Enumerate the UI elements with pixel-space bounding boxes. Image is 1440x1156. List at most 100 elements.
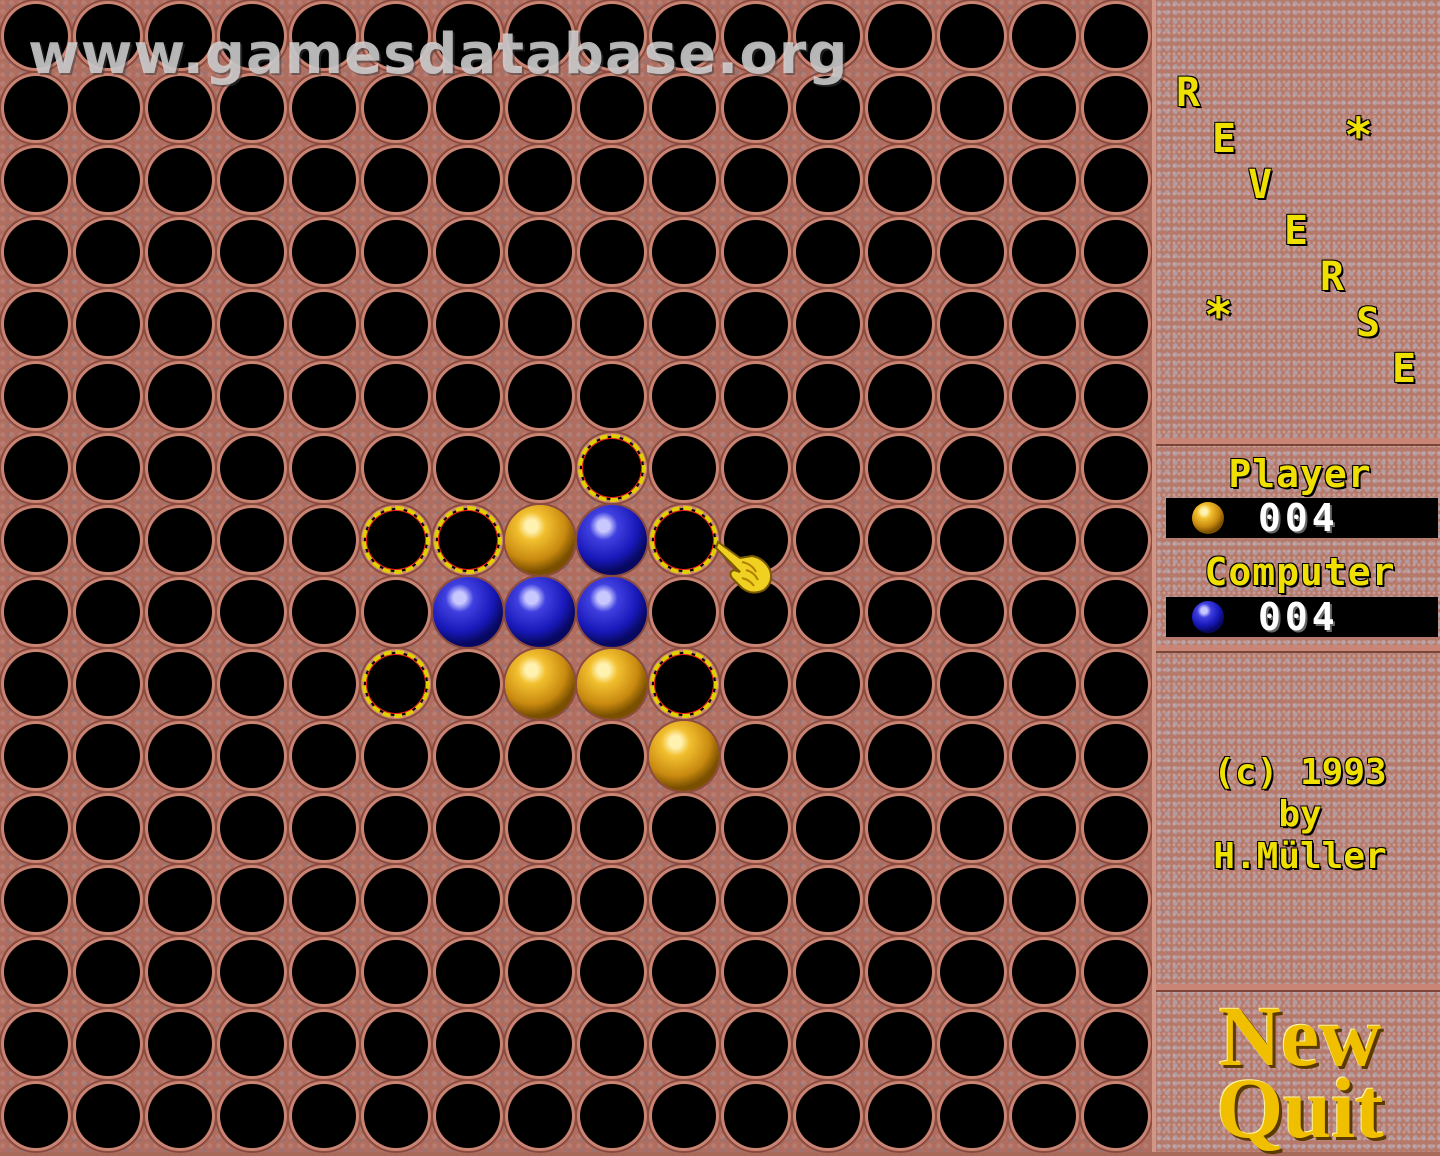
board-cell[interactable] bbox=[364, 436, 428, 500]
board-cell[interactable] bbox=[76, 1012, 140, 1076]
board-cell[interactable] bbox=[796, 220, 860, 284]
board-cell[interactable] bbox=[292, 292, 356, 356]
board-cell[interactable] bbox=[292, 580, 356, 644]
board-cell[interactable] bbox=[940, 148, 1004, 212]
board-cell[interactable] bbox=[76, 364, 140, 428]
board-cell[interactable] bbox=[724, 292, 788, 356]
board-cell[interactable] bbox=[148, 580, 212, 644]
board-cell[interactable] bbox=[436, 364, 500, 428]
board-cell[interactable] bbox=[4, 436, 68, 500]
board-cell[interactable] bbox=[796, 940, 860, 1004]
board-cell[interactable] bbox=[724, 868, 788, 932]
board-cell[interactable] bbox=[868, 868, 932, 932]
board-cell[interactable] bbox=[76, 580, 140, 644]
board-cell[interactable] bbox=[796, 652, 860, 716]
board-cell[interactable] bbox=[508, 292, 572, 356]
board-cell[interactable] bbox=[724, 220, 788, 284]
board-cell[interactable] bbox=[148, 508, 212, 572]
board-cell[interactable] bbox=[76, 652, 140, 716]
board-cell[interactable] bbox=[796, 508, 860, 572]
board-cell[interactable] bbox=[1012, 940, 1076, 1004]
board-cell[interactable] bbox=[436, 148, 500, 212]
board-cell[interactable] bbox=[148, 292, 212, 356]
board-cell[interactable] bbox=[940, 508, 1004, 572]
board-cell[interactable] bbox=[580, 1084, 644, 1148]
board-cell[interactable] bbox=[796, 580, 860, 644]
board-cell[interactable] bbox=[1084, 796, 1148, 860]
board-cell[interactable] bbox=[580, 148, 644, 212]
board-cell[interactable] bbox=[1012, 724, 1076, 788]
board-cell[interactable] bbox=[652, 796, 716, 860]
board-cell[interactable] bbox=[868, 508, 932, 572]
board-cell[interactable] bbox=[1012, 868, 1076, 932]
board-cell[interactable] bbox=[364, 940, 428, 1004]
board-cell[interactable] bbox=[724, 796, 788, 860]
quit-button[interactable]: Quit bbox=[1156, 1065, 1440, 1151]
board-cell[interactable] bbox=[652, 940, 716, 1004]
board-cell[interactable] bbox=[292, 652, 356, 716]
board-cell[interactable] bbox=[292, 508, 356, 572]
board-cell[interactable] bbox=[868, 940, 932, 1004]
valid-move-cell[interactable] bbox=[362, 506, 430, 574]
board-cell[interactable] bbox=[292, 148, 356, 212]
board-cell[interactable] bbox=[220, 940, 284, 1004]
board-cell[interactable] bbox=[868, 148, 932, 212]
board-cell[interactable] bbox=[940, 868, 1004, 932]
board-cell[interactable] bbox=[1084, 940, 1148, 1004]
board-cell[interactable] bbox=[220, 292, 284, 356]
board-cell[interactable] bbox=[1012, 292, 1076, 356]
valid-move-cell[interactable] bbox=[434, 506, 502, 574]
board-cell[interactable] bbox=[76, 796, 140, 860]
board-cell[interactable] bbox=[940, 940, 1004, 1004]
board-cell[interactable] bbox=[652, 220, 716, 284]
board-cell[interactable] bbox=[148, 652, 212, 716]
board-cell[interactable] bbox=[652, 868, 716, 932]
board-cell[interactable] bbox=[148, 1012, 212, 1076]
board-cell[interactable] bbox=[220, 868, 284, 932]
board-cell[interactable] bbox=[940, 796, 1004, 860]
board-cell[interactable] bbox=[1084, 76, 1148, 140]
board-cell[interactable] bbox=[724, 364, 788, 428]
board-cell[interactable] bbox=[868, 1012, 932, 1076]
board-cell[interactable] bbox=[1012, 508, 1076, 572]
board-cell[interactable] bbox=[940, 76, 1004, 140]
board-cell[interactable] bbox=[220, 148, 284, 212]
board-cell[interactable] bbox=[148, 364, 212, 428]
board-cell[interactable] bbox=[724, 652, 788, 716]
board-cell[interactable] bbox=[220, 364, 284, 428]
board-cell[interactable] bbox=[4, 724, 68, 788]
board-cell[interactable] bbox=[4, 508, 68, 572]
board-cell[interactable] bbox=[1084, 652, 1148, 716]
board-cell[interactable] bbox=[148, 724, 212, 788]
board-cell[interactable] bbox=[652, 580, 716, 644]
board-cell[interactable] bbox=[220, 652, 284, 716]
board-cell[interactable] bbox=[580, 1012, 644, 1076]
board-cell[interactable] bbox=[724, 148, 788, 212]
board-cell[interactable] bbox=[4, 292, 68, 356]
board-cell[interactable] bbox=[4, 364, 68, 428]
board-cell[interactable] bbox=[940, 652, 1004, 716]
board-cell[interactable] bbox=[1084, 148, 1148, 212]
board-cell[interactable] bbox=[796, 1012, 860, 1076]
board-cell[interactable] bbox=[220, 580, 284, 644]
board-cell[interactable] bbox=[76, 1084, 140, 1148]
board-cell[interactable] bbox=[508, 724, 572, 788]
board-cell[interactable] bbox=[1012, 652, 1076, 716]
board-cell[interactable] bbox=[940, 220, 1004, 284]
board-cell[interactable] bbox=[364, 724, 428, 788]
valid-move-cell[interactable] bbox=[650, 506, 718, 574]
board-cell[interactable] bbox=[652, 1012, 716, 1076]
board-cell[interactable] bbox=[1084, 4, 1148, 68]
valid-move-cell[interactable] bbox=[362, 650, 430, 718]
board-cell[interactable] bbox=[796, 292, 860, 356]
board-cell[interactable] bbox=[364, 1012, 428, 1076]
board-cell[interactable] bbox=[148, 940, 212, 1004]
board-cell[interactable] bbox=[436, 220, 500, 284]
valid-move-cell[interactable] bbox=[578, 434, 646, 502]
board-cell[interactable] bbox=[580, 940, 644, 1004]
board-cell[interactable] bbox=[148, 796, 212, 860]
board-cell[interactable] bbox=[868, 76, 932, 140]
board-cell[interactable] bbox=[796, 868, 860, 932]
board-cell[interactable] bbox=[1084, 724, 1148, 788]
board-cell[interactable] bbox=[436, 1012, 500, 1076]
